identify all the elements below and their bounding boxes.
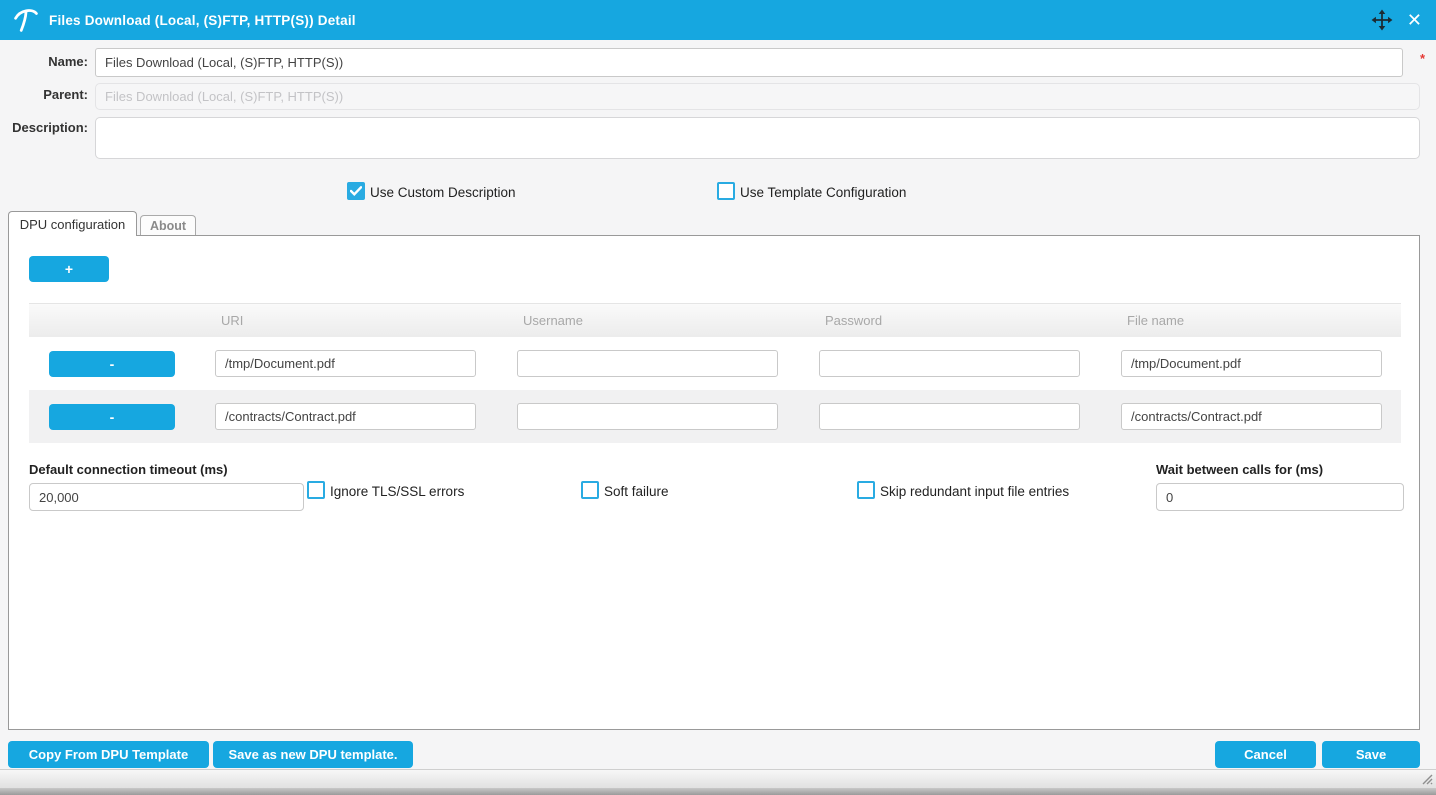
- password-input[interactable]: [819, 350, 1080, 377]
- tab-about-label: About: [150, 219, 186, 233]
- description-input[interactable]: [95, 117, 1420, 159]
- app-logo-icon: [13, 6, 39, 34]
- downloads-table: URI Username Password File name - -: [29, 303, 1401, 443]
- use-template-configuration-checkbox[interactable]: [717, 182, 735, 200]
- use-custom-description-label: Use Custom Description: [370, 185, 516, 200]
- soft-failure-checkbox[interactable]: [581, 481, 599, 499]
- timeout-label: Default connection timeout (ms): [29, 462, 228, 477]
- titlebar[interactable]: Files Download (Local, (S)FTP, HTTP(S)) …: [0, 0, 1436, 40]
- use-custom-description-checkbox[interactable]: [347, 182, 365, 200]
- file-name-input[interactable]: [1121, 350, 1382, 377]
- dpu-detail-dialog: Files Download (Local, (S)FTP, HTTP(S)) …: [0, 0, 1436, 795]
- parent-label: Parent:: [0, 87, 88, 102]
- header-file-name: File name: [1121, 313, 1401, 328]
- header-uri: URI: [215, 313, 517, 328]
- status-bar: [0, 769, 1436, 788]
- remove-row-button[interactable]: -: [49, 351, 175, 377]
- wait-between-calls-label: Wait between calls for (ms): [1156, 462, 1323, 477]
- header-password: Password: [819, 313, 1121, 328]
- ignore-tls-label: Ignore TLS/SSL errors: [330, 484, 464, 499]
- dialog-title: Files Download (Local, (S)FTP, HTTP(S)) …: [49, 13, 356, 28]
- close-icon[interactable]: ✕: [1407, 9, 1422, 31]
- window-bottom-edge: [0, 788, 1436, 795]
- tab-dpu-configuration[interactable]: DPU configuration: [8, 211, 137, 236]
- required-asterisk: *: [1420, 51, 1425, 66]
- password-input[interactable]: [819, 403, 1080, 430]
- copy-from-dpu-template-button[interactable]: Copy From DPU Template: [8, 741, 209, 768]
- username-input[interactable]: [517, 403, 778, 430]
- uri-input[interactable]: [215, 350, 476, 377]
- tab-about[interactable]: About: [140, 215, 196, 236]
- save-button[interactable]: Save: [1322, 741, 1420, 768]
- header-username: Username: [517, 313, 819, 328]
- ignore-tls-checkbox[interactable]: [307, 481, 325, 499]
- table-header-row: URI Username Password File name: [29, 303, 1401, 337]
- timeout-input[interactable]: [29, 483, 304, 511]
- use-template-configuration-label: Use Template Configuration: [740, 185, 906, 200]
- uri-input[interactable]: [215, 403, 476, 430]
- wait-between-calls-input[interactable]: [1156, 483, 1404, 511]
- skip-redundant-label: Skip redundant input file entries: [880, 484, 1069, 499]
- table-row: -: [29, 337, 1401, 390]
- file-name-input[interactable]: [1121, 403, 1382, 430]
- dpu-configuration-panel: + URI Username Password File name - -: [8, 235, 1420, 730]
- resize-grip-icon[interactable]: [1419, 773, 1433, 786]
- save-as-new-dpu-template-button[interactable]: Save as new DPU template.: [213, 741, 413, 768]
- username-input[interactable]: [517, 350, 778, 377]
- name-input[interactable]: [95, 48, 1403, 77]
- table-row: -: [29, 390, 1401, 443]
- description-label: Description:: [0, 120, 88, 135]
- move-icon[interactable]: [1371, 9, 1393, 31]
- add-row-button[interactable]: +: [29, 256, 109, 282]
- cancel-button[interactable]: Cancel: [1215, 741, 1316, 768]
- soft-failure-label: Soft failure: [604, 484, 669, 499]
- tab-dpu-configuration-label: DPU configuration: [20, 217, 126, 232]
- parent-input: [95, 83, 1420, 110]
- remove-row-button[interactable]: -: [49, 404, 175, 430]
- name-label: Name:: [0, 54, 88, 69]
- skip-redundant-checkbox[interactable]: [857, 481, 875, 499]
